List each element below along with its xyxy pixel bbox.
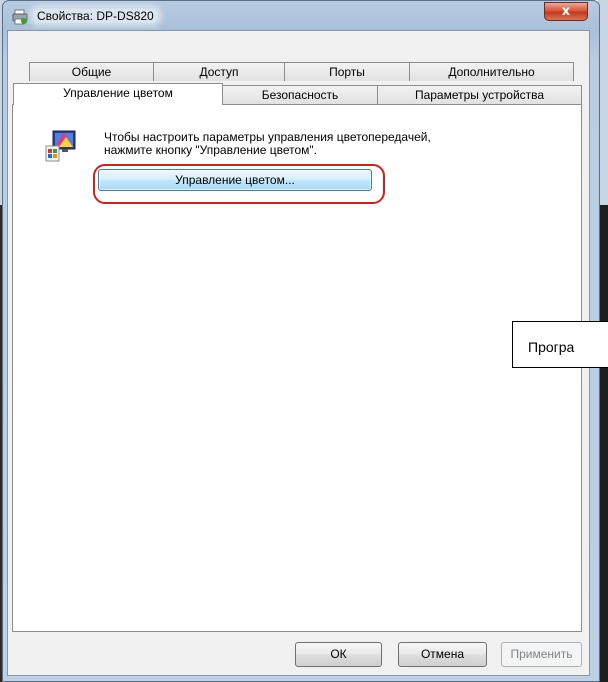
manage-color-button[interactable]: Управление цветом... [98,169,372,191]
description-line-2: нажмите кнопку "Управление цветом". [104,143,317,157]
callout-text: Програ [528,339,575,355]
printer-icon [12,9,28,25]
tab-color-management[interactable]: Управление цветом [13,83,223,105]
close-button[interactable]: x [544,2,588,21]
tab-ports[interactable]: Порты [284,62,410,81]
title-bar[interactable]: Свойства: DP-DS820 x [3,1,599,31]
tab-advanced[interactable]: Дополнительно [409,62,574,81]
apply-button[interactable]: Применить [501,642,582,667]
tab-general[interactable]: Общие [29,62,154,81]
ok-button[interactable]: ОК [295,642,382,667]
color-management-icon [45,130,76,162]
callout-box: Програ [512,321,608,368]
window-title: Свойства: DP-DS820 [33,9,158,23]
tab-security[interactable]: Безопасность [222,85,378,104]
cancel-button[interactable]: Отмена [398,642,487,667]
description-text: Чтобы настроить параметры управления цве… [104,131,524,157]
tab-device-settings[interactable]: Параметры устройства [377,85,582,104]
tab-sharing[interactable]: Доступ [153,62,285,81]
